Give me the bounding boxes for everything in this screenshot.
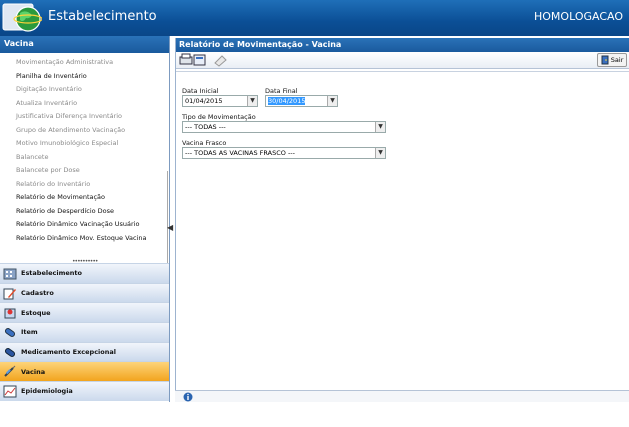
submenu-item-balancete-dose[interactable]: Balancete por Dose bbox=[0, 164, 166, 178]
module-label: Item bbox=[21, 328, 38, 337]
chevron-down-icon[interactable]: ▼ bbox=[375, 148, 385, 158]
environment-label: HOMOLOGACAO bbox=[534, 10, 623, 23]
start-date-value: 01/04/2015 bbox=[185, 97, 223, 105]
chart-icon bbox=[3, 385, 17, 398]
submenu-item-balancete[interactable]: Balancete bbox=[0, 151, 166, 165]
movement-type-label: Tipo de Movimentação bbox=[182, 113, 256, 121]
module-list: Estabelecimento Cadastro Estoque Item Me… bbox=[0, 263, 169, 401]
main-panel: Relatório de Movimentação - Vacina Sair … bbox=[175, 38, 629, 402]
collapse-sidebar-icon[interactable]: ◀ bbox=[167, 223, 173, 232]
exit-label: Sair bbox=[610, 56, 624, 64]
sidebar: Vacina Movimentação Administrativa Plani… bbox=[0, 36, 173, 402]
exit-button[interactable]: Sair bbox=[597, 53, 627, 67]
status-bar bbox=[175, 390, 629, 402]
form-area: Data Inicial 01/04/2015 ▼ Data Final 30/… bbox=[176, 71, 629, 427]
print-icon[interactable] bbox=[179, 53, 207, 67]
toolbar: Sair bbox=[176, 52, 629, 69]
syringe-icon bbox=[4, 365, 16, 377]
stock-icon bbox=[4, 308, 16, 319]
module-label: Cadastro bbox=[21, 289, 54, 298]
end-date-label: Data Final bbox=[265, 87, 298, 95]
module-item[interactable]: Item bbox=[0, 322, 169, 342]
chevron-down-icon[interactable]: ▼ bbox=[375, 122, 385, 132]
page-title: Relatório de Movimentação - Vacina bbox=[176, 38, 629, 52]
submenu-item-atualiza-inventario[interactable]: Atualiza Inventário bbox=[0, 97, 166, 111]
movement-type-select[interactable]: --- TODAS --- ▼ bbox=[182, 121, 386, 133]
submenu-item-relatorio-inventario[interactable]: Relatório do Inventário bbox=[0, 178, 166, 192]
module-label: Vacina bbox=[21, 367, 46, 376]
module-vacina[interactable]: Vacina bbox=[0, 361, 169, 382]
sidebar-submenu: Movimentação Administrativa Planilha de … bbox=[0, 56, 166, 288]
submenu-item-movimentacao-administrativa[interactable]: Movimentação Administrativa bbox=[0, 56, 166, 70]
building-icon bbox=[3, 268, 17, 280]
submenu-item-relatorio-dinamico-usuario[interactable]: Relatório Dinâmico Vacinação Usuário bbox=[0, 218, 166, 232]
module-estabelecimento[interactable]: Estabelecimento bbox=[0, 263, 169, 283]
start-date-field[interactable]: 01/04/2015 ▼ bbox=[182, 95, 258, 107]
capsule-icon bbox=[4, 347, 16, 357]
module-epidemiologia[interactable]: Epidemiologia bbox=[0, 381, 169, 401]
submenu-item-relatorio-movimentacao[interactable]: Relatório de Movimentação bbox=[0, 191, 166, 205]
vaccine-value: --- TODAS AS VACINAS FRASCO --- bbox=[185, 149, 295, 157]
globe-logo-icon bbox=[2, 3, 42, 32]
module-label: Estoque bbox=[21, 308, 51, 317]
end-date-value: 30/04/2015 bbox=[268, 97, 306, 105]
submenu-item-motivo-imunobiologico[interactable]: Motivo Imunobiológico Especial bbox=[0, 137, 166, 151]
exit-door-icon bbox=[601, 55, 609, 65]
module-label: Medicamento Excepcional bbox=[21, 348, 116, 357]
chevron-down-icon[interactable]: ▼ bbox=[327, 96, 337, 106]
submenu-item-relatorio-desperdicio[interactable]: Relatório de Desperdício Dose bbox=[0, 205, 166, 219]
pill-icon bbox=[4, 327, 16, 337]
vaccine-select[interactable]: --- TODAS AS VACINAS FRASCO --- ▼ bbox=[182, 147, 386, 159]
movement-type-value: --- TODAS --- bbox=[185, 123, 226, 131]
module-label: Estabelecimento bbox=[21, 269, 82, 278]
end-date-field[interactable]: 30/04/2015 ▼ bbox=[265, 95, 338, 107]
module-medicamento-excepcional[interactable]: Medicamento Excepcional bbox=[0, 341, 169, 362]
vaccine-label: Vacina Frasco bbox=[182, 139, 227, 147]
module-label: Epidemiologia bbox=[21, 387, 73, 396]
eraser-icon[interactable] bbox=[212, 53, 228, 67]
submenu-item-digitacao-inventario[interactable]: Digitação Inventário bbox=[0, 83, 166, 97]
edit-icon bbox=[3, 288, 16, 300]
app-header: Estabelecimento HOMOLOGACAO bbox=[0, 0, 629, 36]
start-date-label: Data Inicial bbox=[182, 87, 219, 95]
chevron-down-icon[interactable]: ▼ bbox=[247, 96, 257, 106]
app-title: Estabelecimento bbox=[48, 9, 157, 24]
submenu-item-relatorio-dinamico-estoque[interactable]: Relatório Dinâmico Mov. Estoque Vacina bbox=[0, 232, 166, 246]
submenu-item-justificativa-diferenca[interactable]: Justificativa Diferença Inventário bbox=[0, 110, 166, 124]
submenu-item-planilha-inventario[interactable]: Planilha de Inventário bbox=[0, 70, 166, 84]
module-cadastro[interactable]: Cadastro bbox=[0, 282, 169, 303]
submenu-item-grupo-atendimento[interactable]: Grupo de Atendimento Vacinação bbox=[0, 124, 166, 138]
module-estoque[interactable]: Estoque bbox=[0, 302, 169, 323]
sidebar-title: Vacina bbox=[0, 36, 169, 53]
info-icon bbox=[183, 392, 193, 402]
